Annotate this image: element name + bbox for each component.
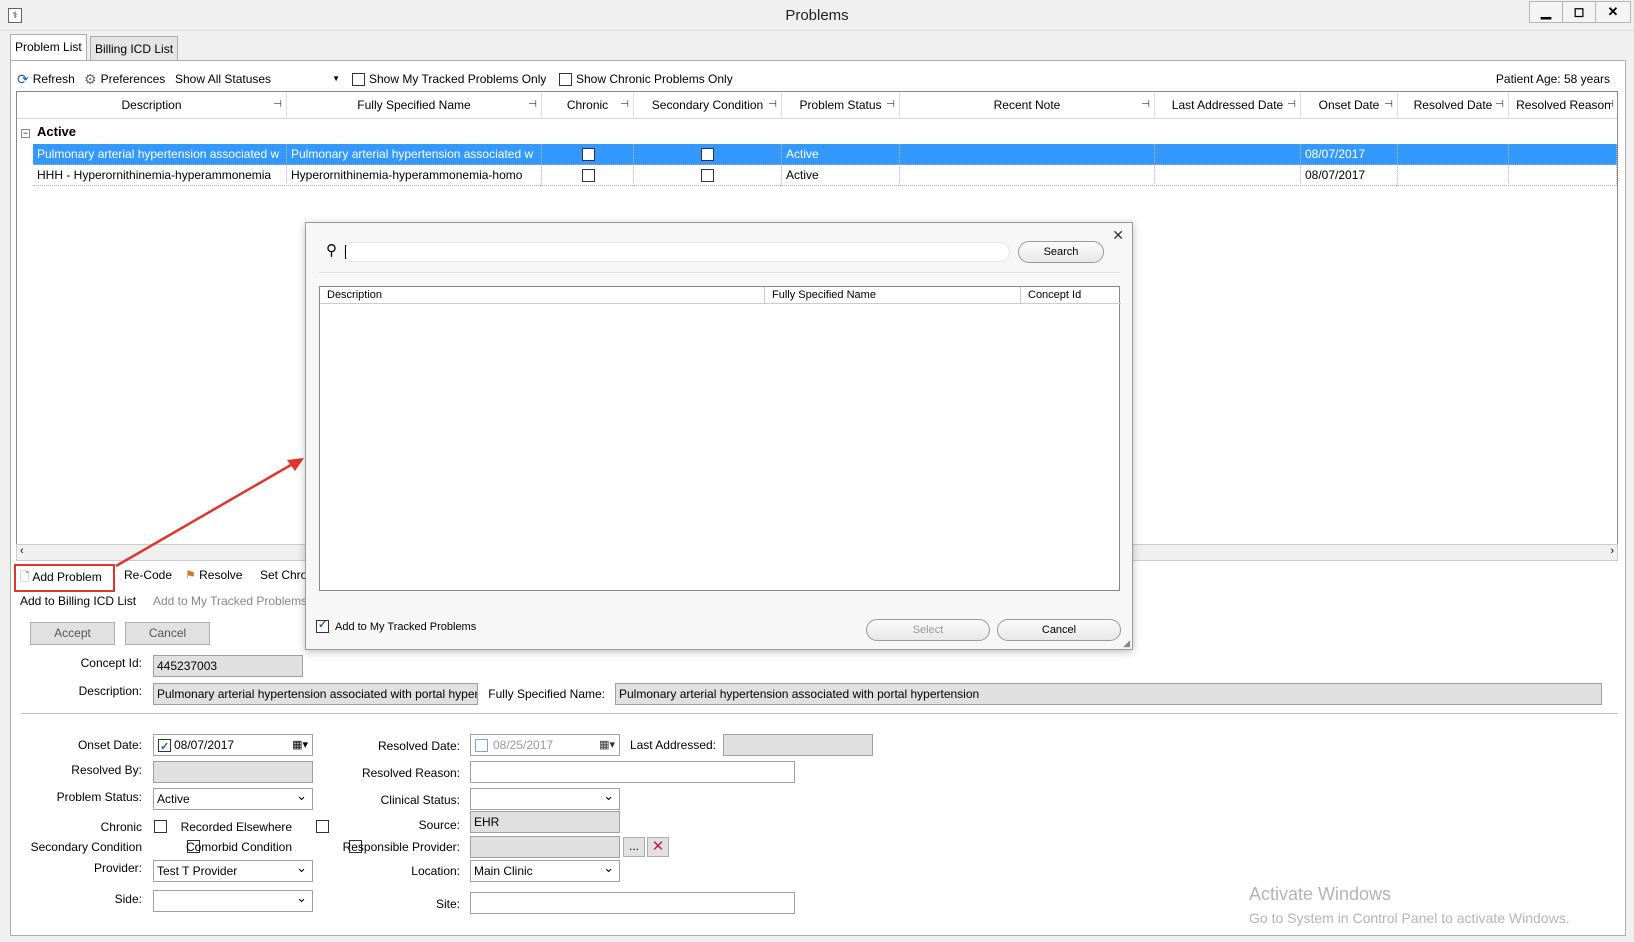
onset-date-checkbox[interactable] — [158, 737, 171, 755]
concept-id-label: Concept Id: — [80, 656, 142, 670]
search-results-grid: Description Fully Specified Name Concept… — [319, 286, 1121, 591]
chronic-label: Chronic — [100, 820, 142, 834]
activate-windows-title: Activate Windows — [1249, 884, 1392, 904]
add-tracked-checkbox[interactable]: Add to My Tracked Problems — [316, 618, 476, 633]
calendar-icon[interactable]: ▦▾ — [599, 735, 615, 755]
clinical-status-label: Clinical Status: — [380, 793, 460, 807]
provider-label: Provider: — [93, 861, 142, 875]
recorded-elsewhere-label: Recorded Elsewhere — [180, 820, 292, 834]
checkbox-icon[interactable] — [316, 618, 329, 633]
side-label: Side: — [114, 892, 142, 906]
clinical-status-select[interactable] — [470, 788, 620, 810]
resolved-date-label: Resolved Date: — [377, 739, 460, 753]
resolved-reason-label: Resolved Reason: — [361, 766, 460, 780]
secondary-condition-label: Secondary Condition — [30, 840, 142, 854]
column-header-concept-id[interactable]: Concept Id — [1021, 287, 1121, 304]
resolved-date-picker[interactable]: 08/25/2017 ▦▾ — [470, 734, 620, 756]
concept-id-field: 445237003 — [153, 655, 303, 677]
problem-status-select[interactable]: Active — [153, 788, 313, 810]
search-input[interactable] — [344, 242, 1010, 262]
source-label: Source: — [418, 818, 460, 832]
cancel-button[interactable]: Cancel — [125, 622, 210, 645]
fsn-label: Fully Specified Name: — [488, 687, 605, 701]
side-select[interactable] — [153, 890, 313, 912]
clear-provider-icon[interactable]: ✕ — [647, 837, 669, 857]
resolved-reason-field[interactable] — [470, 761, 795, 783]
onset-date-picker[interactable]: 08/07/2017 ▦▾ — [153, 734, 313, 756]
calendar-icon[interactable]: ▦▾ — [292, 735, 308, 755]
search-button[interactable]: Search — [1018, 241, 1104, 263]
search-icon: ⚲ — [326, 242, 337, 259]
comorbid-condition-label: Comorbid Condition — [185, 840, 292, 854]
activate-windows-subtitle: Go to System in Control Panel to activat… — [1249, 910, 1570, 926]
onset-date-label: Onset Date: — [77, 738, 142, 752]
dialog-cancel-button[interactable]: Cancel — [997, 619, 1121, 641]
site-label: Site: — [435, 897, 460, 911]
last-addressed-label: Last Addressed: — [629, 738, 716, 752]
site-field[interactable] — [470, 892, 795, 914]
fsn-field: Pulmonary arterial hypertension associat… — [615, 683, 1602, 705]
resolved-date-checkbox[interactable] — [475, 739, 488, 752]
location-label: Location: — [411, 864, 460, 878]
accept-button[interactable]: Accept — [30, 622, 115, 645]
resolved-by-label: Resolved By: — [71, 763, 142, 777]
resize-grip-icon[interactable]: ◢ — [1123, 638, 1130, 649]
responsible-provider-field — [470, 836, 620, 858]
dialog-close-icon[interactable]: ✕ — [1112, 227, 1124, 244]
location-select[interactable]: Main Clinic — [470, 860, 620, 882]
dialog-divider — [319, 272, 1120, 273]
description-label: Description: — [78, 684, 142, 698]
text-cursor — [345, 245, 346, 259]
source-field: EHR — [470, 811, 620, 833]
provider-select[interactable]: Test T Provider — [153, 860, 313, 882]
browse-provider-button[interactable]: ... — [623, 837, 645, 857]
problem-status-label: Problem Status: — [56, 790, 142, 804]
resolved-by-field — [153, 761, 313, 783]
column-header-description[interactable]: Description — [320, 287, 765, 304]
last-addressed-field — [723, 734, 873, 756]
column-header-fsn[interactable]: Fully Specified Name — [765, 287, 1021, 304]
description-field: Pulmonary arterial hypertension associat… — [153, 683, 478, 705]
search-dialog: ✕ ⚲ Search Description Fully Specified N… — [305, 222, 1133, 650]
responsible-provider-label: Responsible Provider: — [342, 840, 460, 854]
chronic-checkbox[interactable] — [154, 820, 167, 833]
select-button[interactable]: Select — [866, 619, 990, 641]
recorded-elsewhere-checkbox[interactable] — [316, 820, 330, 833]
form-divider — [21, 713, 1618, 714]
